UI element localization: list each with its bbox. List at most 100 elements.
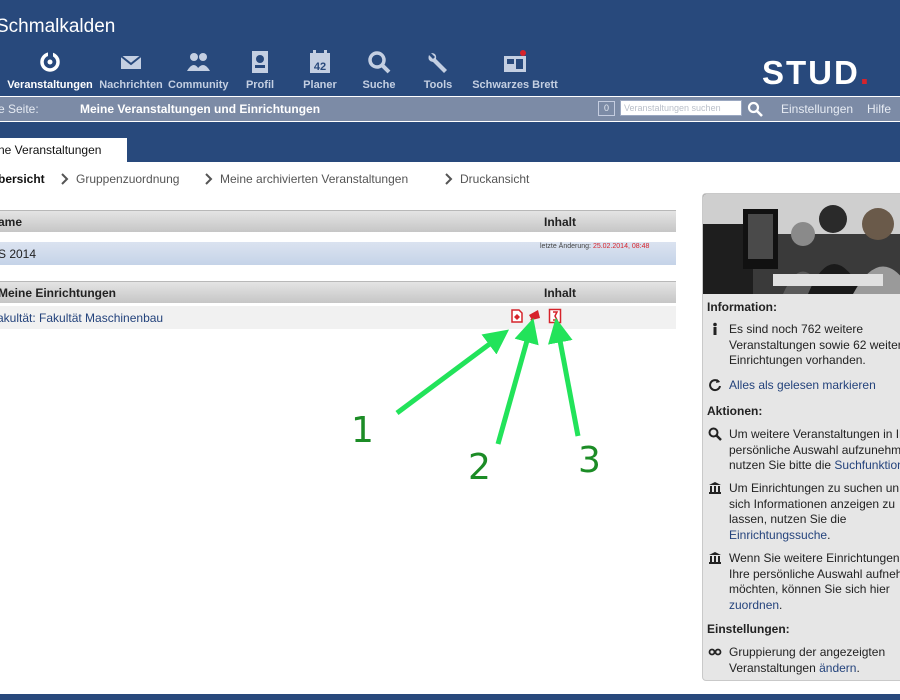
settings-text-end: .: [856, 660, 860, 675]
action-text-end: .: [779, 597, 783, 612]
courses-table-header: ame Inhalt: [0, 210, 676, 232]
nav-label: Planer: [303, 79, 337, 91]
mark-all-read-link[interactable]: Alles als gelesen markieren: [729, 378, 876, 392]
actions-section-title: Aktionen:: [707, 404, 763, 418]
institutes-table-header: Meine Einrichtungen Inhalt: [0, 281, 676, 303]
news-icon[interactable]: [528, 308, 542, 324]
mail-icon: [120, 55, 142, 69]
students-photo: [703, 194, 900, 294]
course-search-input[interactable]: [620, 100, 742, 116]
info-text: Es sind noch 762 weitere Veranstaltungen…: [729, 322, 900, 367]
search-function-link[interactable]: Suchfunktion: [834, 458, 900, 472]
refresh-icon: [709, 379, 721, 392]
change-grouping-link[interactable]: ändern: [819, 661, 856, 675]
action-search-courses: Um weitere Veranstaltungen in Ih persönl…: [729, 427, 900, 474]
notification-count[interactable]: 0: [598, 101, 615, 116]
arrow-1: [395, 329, 510, 416]
col-name: Meine Einrichtungen: [0, 286, 117, 300]
profile-icon: [252, 51, 268, 73]
col-name: ame: [0, 215, 23, 229]
action-search-institutes: Um Einrichtungen zu suchen un sich Infor…: [729, 481, 900, 543]
action-assign-institutes: Wenn Sie weitere Einrichtungen Ihre pers…: [729, 551, 900, 613]
search-icon: [708, 427, 722, 441]
stud-ip-logo[interactable]: STUD.: [762, 54, 871, 92]
nav-planer[interactable]: 42 Planer: [299, 48, 341, 94]
calendar-icon: 42: [310, 50, 330, 73]
institute-link[interactable]: akultät: Fakultät Maschinenbau: [0, 311, 163, 325]
settings-link[interactable]: Einstellungen: [781, 102, 853, 116]
nav-tools[interactable]: Tools: [419, 48, 457, 94]
chevron-right-icon: [61, 173, 69, 185]
schedule-icon[interactable]: [548, 308, 562, 324]
svg-text:42: 42: [314, 61, 326, 73]
wrench-icon: [428, 53, 447, 73]
mark-read-item: Alles als gelesen markieren: [729, 378, 900, 394]
institute-icon: [709, 482, 721, 494]
search-icon[interactable]: [747, 101, 763, 117]
breadcrumb-label: e Seite:: [0, 102, 39, 116]
tab-strip: ne Veranstaltungen: [0, 122, 900, 162]
last-change-label: letzte Änderung:: [540, 243, 591, 250]
action-text: Um Einrichtungen zu suchen un sich Infor…: [729, 481, 900, 526]
semester-name: S 2014: [0, 247, 37, 261]
nav-label: Nachrichten: [99, 79, 163, 91]
subnav-groups[interactable]: Gruppenzuordnung: [76, 172, 179, 186]
help-link[interactable]: Hilfe: [867, 102, 891, 116]
nav-suche[interactable]: Suche: [360, 48, 398, 94]
search-icon: [368, 51, 391, 74]
subnav-archive[interactable]: Meine archivierten Veranstaltungen: [220, 172, 408, 186]
last-change: letzte Änderung: 25.02.2014, 08:48: [540, 243, 649, 250]
tab-meine-veranstaltungen[interactable]: ne Veranstaltungen: [0, 138, 127, 162]
last-change-date: 25.02.2014, 08:48: [592, 243, 650, 250]
seminar-icon: [40, 51, 60, 72]
app-root: Schmalkalden Veranstaltungen Nachrichten: [0, 0, 900, 700]
col-content: Inhalt: [544, 286, 576, 300]
institute-icon: [709, 552, 721, 564]
col-content: Inhalt: [544, 215, 576, 229]
breadcrumb-current: Meine Veranstaltungen und Einrichtungen: [80, 102, 321, 116]
annotation-number: 3: [578, 440, 601, 481]
info-icon: [713, 322, 717, 335]
board-icon: [504, 50, 526, 72]
subnav-overview[interactable]: bersicht: [0, 172, 45, 186]
nav-label: Tools: [423, 79, 453, 91]
logo-text: STUD: [762, 54, 860, 91]
nav-profil[interactable]: Profil: [240, 48, 280, 94]
nav-community[interactable]: Community: [168, 48, 229, 94]
breadcrumb-bar: e Seite: Meine Veranstaltungen und Einri…: [0, 97, 900, 121]
nav-label: Schwarzes Brett: [472, 79, 558, 91]
chevron-right-icon: [445, 173, 453, 185]
annotation-number: 1: [351, 410, 374, 451]
settings-section-title: Einstellungen:: [707, 622, 790, 636]
link-icon: [708, 648, 722, 656]
action-text: Wenn Sie weitere Einrichtungen Ihre pers…: [729, 551, 900, 596]
documents-icon[interactable]: [510, 308, 524, 324]
institute-search-link[interactable]: Einrichtungssuche: [729, 528, 827, 542]
nav-schwarzes-brett[interactable]: Schwarzes Brett: [470, 48, 560, 94]
assign-link[interactable]: zuordnen: [729, 598, 779, 612]
info-section-title: Information:: [707, 300, 777, 314]
sub-navigation: bersicht Gruppenzuordnung Meine archivie…: [0, 166, 900, 192]
sidebar: Information: Es sind noch 762 weitere Ve…: [702, 193, 900, 681]
nav-label: Suche: [362, 79, 396, 91]
subnav-print[interactable]: Druckansicht: [460, 172, 529, 186]
arrow-3: [548, 317, 581, 437]
nav-label: Profil: [245, 79, 275, 91]
header: Schmalkalden Veranstaltungen Nachrichten: [0, 0, 900, 96]
nav-label: Veranstaltungen: [7, 79, 93, 91]
site-title: Schmalkalden: [0, 16, 116, 37]
nav-veranstaltungen[interactable]: Veranstaltungen: [6, 48, 94, 94]
table-row: akultät: Fakultät Maschinenbau: [0, 306, 676, 329]
chevron-right-icon: [205, 173, 213, 185]
arrow-2: [495, 317, 539, 445]
settings-grouping: Gruppierung der angezeigten Veranstaltun…: [729, 645, 900, 676]
settings-text: Gruppierung der angezeigten Veranstaltun…: [729, 645, 886, 675]
action-text-end: .: [827, 527, 831, 542]
community-icon: [187, 53, 210, 71]
nav-nachrichten[interactable]: Nachrichten: [98, 48, 164, 94]
logo-dot: .: [859, 54, 872, 91]
table-row[interactable]: S 2014 letzte Änderung: 25.02.2014, 08:4…: [0, 242, 676, 265]
annotation-number: 2: [468, 447, 491, 488]
footer-bar: [0, 694, 900, 700]
nav-label: Community: [168, 79, 229, 91]
